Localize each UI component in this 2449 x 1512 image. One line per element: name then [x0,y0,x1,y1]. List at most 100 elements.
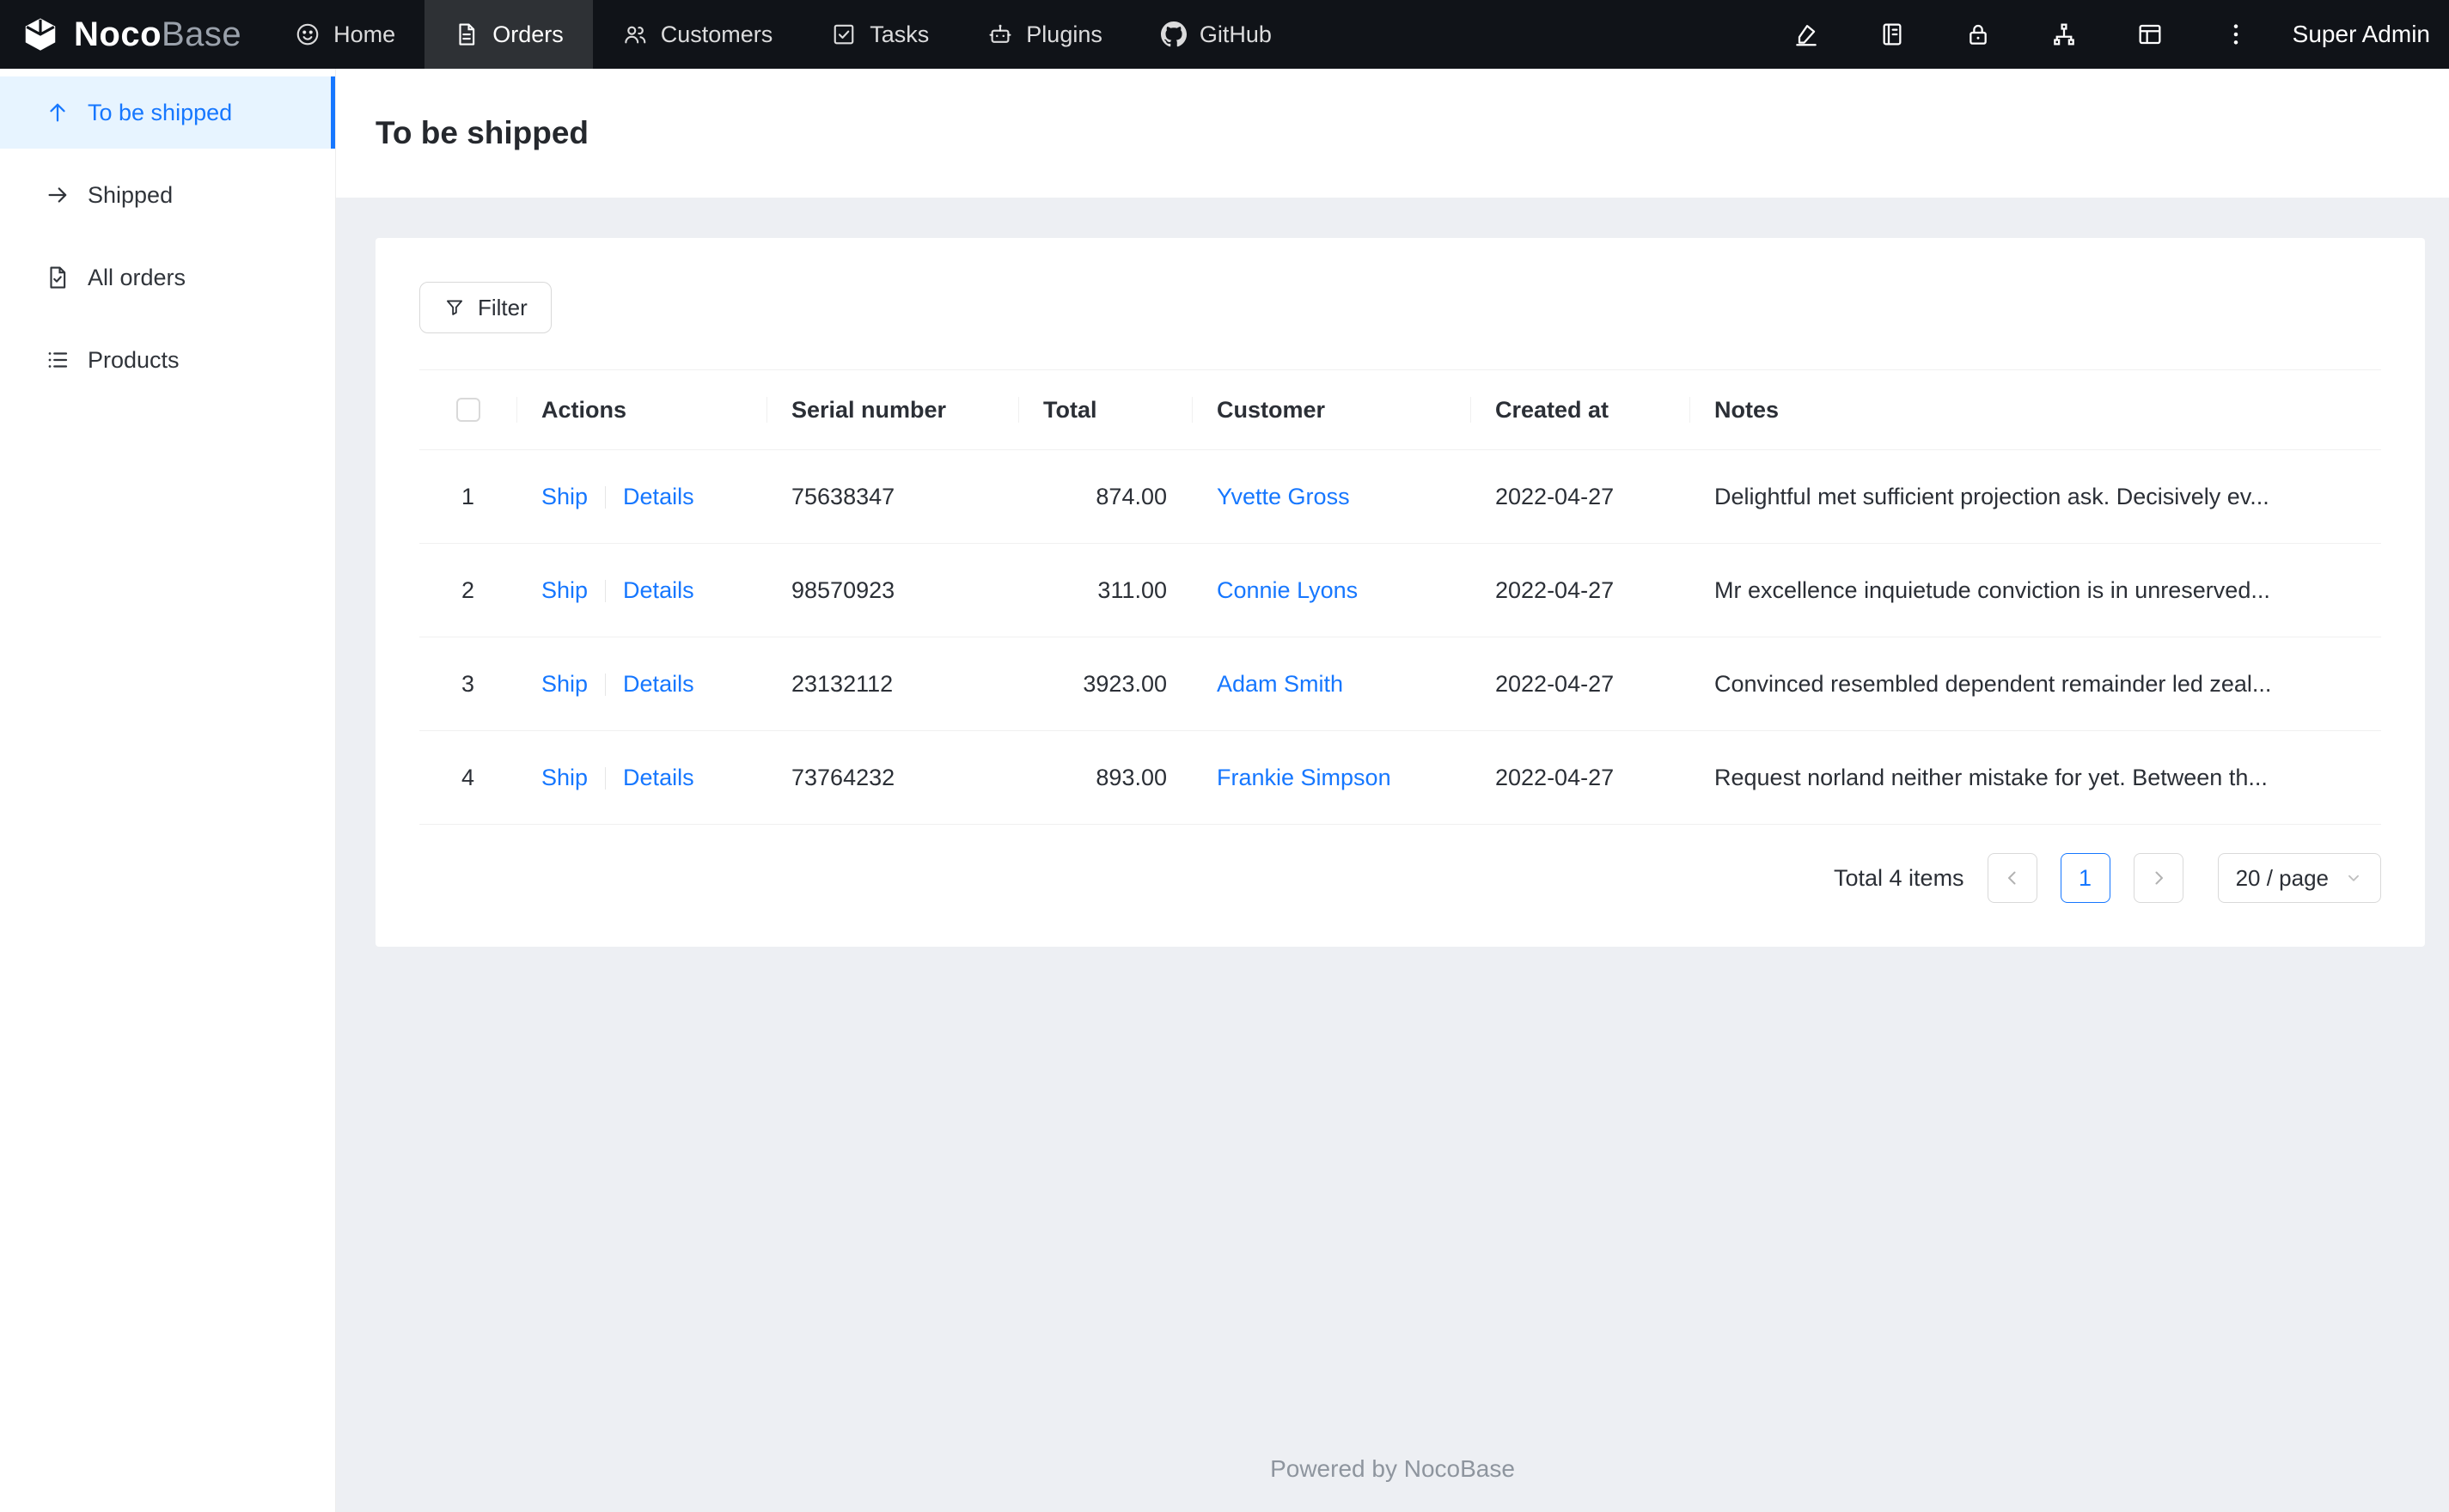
nav-label: Orders [492,21,564,47]
total-cell: 893.00 [1018,730,1192,825]
ship-link[interactable]: Ship [541,577,588,603]
logo-text: NocoBase [74,15,242,53]
action-divider [605,767,607,790]
chevron-right-icon [2148,868,2169,888]
select-all-checkbox[interactable] [455,398,480,422]
serial-number-cell: 73764232 [766,730,1018,825]
total-cell: 3923.00 [1018,637,1192,731]
row-actions: Ship Details [516,637,766,731]
nav-label: Home [333,21,396,47]
pagination-next-button[interactable] [2133,853,2183,903]
sidebar-item-all-orders[interactable]: All orders [0,241,335,314]
serial-number-cell: 75638347 [766,449,1018,544]
orders-card: Filter Actions Serial number Total Custo… [376,238,2425,947]
pagination-page-1[interactable]: 1 [2060,853,2110,903]
column-header-total: Total [1018,369,1192,450]
pagination: Total 4 items 1 20 / page [419,853,2381,903]
details-link[interactable]: Details [623,765,694,790]
topbar: NocoBase Home Orders Customers Tasks Plu… [0,0,2449,69]
total-cell: 874.00 [1018,449,1192,544]
sidebar-item-shipped[interactable]: Shipped [0,159,335,231]
nocobase-logo[interactable]: NocoBase [0,15,266,54]
main-area: To be shipped Filter Actions Serial numb… [336,69,2449,1512]
content-area: Filter Actions Serial number Total Custo… [336,198,2449,1512]
sidebar-item-label: All orders [88,264,186,290]
customer-link[interactable]: Frankie Simpson [1217,765,1391,790]
api-icon[interactable] [2021,0,2107,69]
row-index: 3 [419,637,516,731]
row-index: 1 [419,449,516,544]
column-header-serial-number: Serial number [766,369,1018,450]
sidebar-item-label: Products [88,346,180,373]
created-at-cell: 2022-04-27 [1470,449,1689,544]
ship-link[interactable]: Ship [541,484,588,509]
pagination-prev-button[interactable] [1987,853,2037,903]
sidebar-item-products[interactable]: Products [0,324,335,396]
user-menu[interactable]: Super Admin [2279,21,2449,48]
nav-item-github[interactable]: GitHub [1132,0,1301,69]
customer-cell: Connie Lyons [1192,543,1470,637]
sidebar-item-label: Shipped [88,181,174,208]
sidebar-item-label: To be shipped [88,99,233,125]
nav-label: GitHub [1199,21,1272,47]
nav-item-tasks[interactable]: Tasks [802,0,958,69]
customer-cell: Adam Smith [1192,637,1470,731]
column-header-actions: Actions [516,369,766,450]
total-cell: 311.00 [1018,543,1192,637]
customers-icon [622,21,648,47]
serial-number-cell: 23132112 [766,637,1018,731]
ship-link[interactable]: Ship [541,765,588,790]
filter-button[interactable]: Filter [419,282,552,333]
column-header-notes: Notes [1689,369,2381,450]
details-link[interactable]: Details [623,484,694,509]
details-link[interactable]: Details [623,671,694,697]
filter-label: Filter [478,294,528,320]
body-row: To be shipped Shipped All orders Product… [0,69,2449,1512]
more-icon[interactable] [2193,0,2279,69]
action-divider [605,486,607,509]
serial-number-cell: 98570923 [766,543,1018,637]
chevron-left-icon [2002,868,2023,888]
nocobase-logo-icon [21,15,60,54]
github-icon [1160,21,1187,47]
notes-cell: Convinced resembled dependent remainder … [1689,637,2381,731]
table-row: 1 Ship Details 75638347 874.00 Yvette Gro… [419,449,2381,544]
orders-icon [454,21,479,47]
page-size-select[interactable]: 20 / page [2217,853,2381,903]
pagination-total: Total 4 items [1834,864,1964,891]
row-index: 4 [419,730,516,825]
details-link[interactable]: Details [623,577,694,603]
action-divider [605,580,607,603]
filter-icon [443,296,466,319]
action-divider [605,674,607,697]
arrow-right-icon [45,182,70,208]
nav-item-customers[interactable]: Customers [593,0,803,69]
chevron-down-icon [2344,869,2363,887]
ship-link[interactable]: Ship [541,671,588,697]
orders-table: Actions Serial number Total Customer Cre… [419,369,2381,825]
nav-item-orders[interactable]: Orders [424,0,593,69]
collections-icon[interactable] [1849,0,1935,69]
table-header-row: Actions Serial number Total Customer Cre… [419,369,2381,450]
page-size-value: 20 / page [2235,864,2329,891]
sidebar: To be shipped Shipped All orders Product… [0,69,336,1512]
file-check-icon [45,265,70,290]
arrow-up-icon [45,100,70,125]
design-mode-icon[interactable] [1763,0,1849,69]
nav-item-plugins[interactable]: Plugins [958,0,1132,69]
page-header: To be shipped [336,69,2449,198]
customer-link[interactable]: Adam Smith [1217,671,1343,697]
customer-link[interactable]: Connie Lyons [1217,577,1358,603]
row-actions: Ship Details [516,543,766,637]
nav-item-home[interactable]: Home [266,0,424,69]
nav-label: Tasks [870,21,930,47]
sidebar-item-to-be-shipped[interactable]: To be shipped [0,76,335,149]
nav-label: Customers [660,21,773,47]
top-navigation: Home Orders Customers Tasks Plugins GitH… [266,0,1301,69]
nav-label: Plugins [1026,21,1102,47]
customer-cell: Yvette Gross [1192,449,1470,544]
layout-icon[interactable] [2107,0,2193,69]
customer-link[interactable]: Yvette Gross [1217,484,1350,509]
lock-icon[interactable] [1935,0,2021,69]
table-row: 4 Ship Details 73764232 893.00 Frankie Si… [419,730,2381,825]
